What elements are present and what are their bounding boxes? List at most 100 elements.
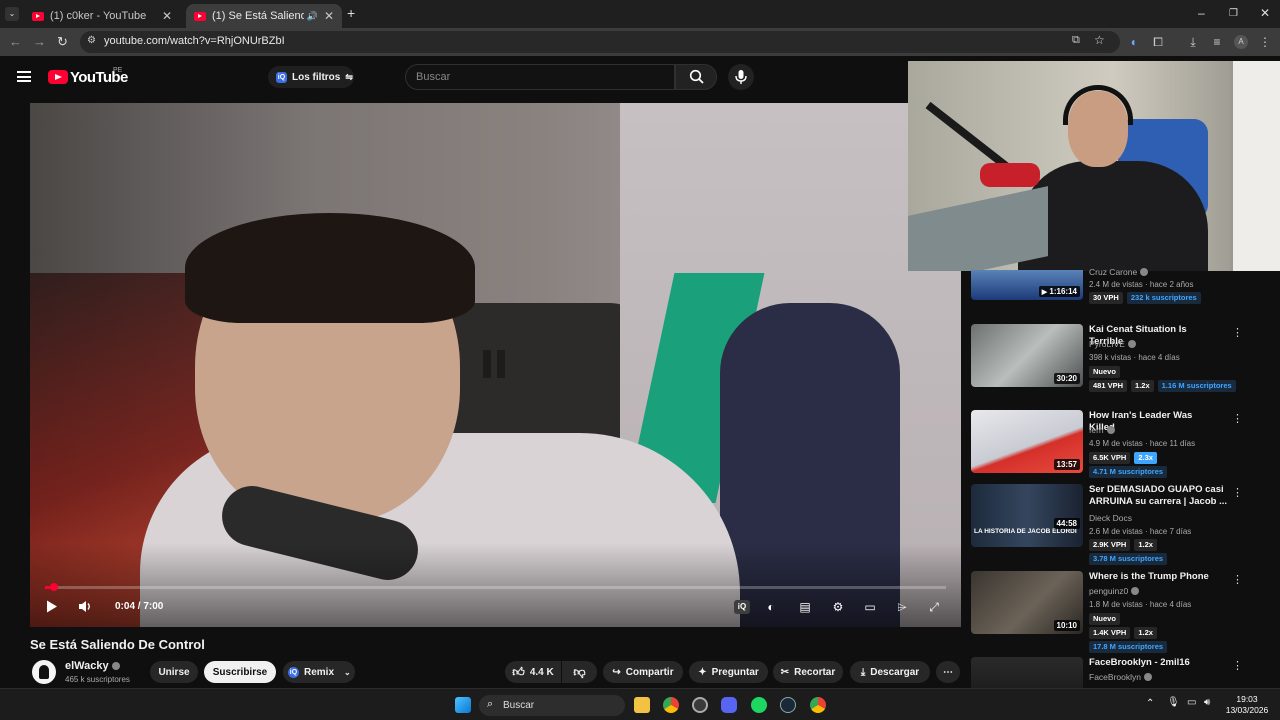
channel-name[interactable]: penguinz0 — [1089, 586, 1140, 596]
channel-name-text[interactable]: fern — [1089, 425, 1104, 435]
search-button[interactable] — [675, 64, 717, 90]
channel-name[interactable]: elWacky — [65, 660, 120, 672]
share-button[interactable]: ↪ Compartir — [603, 661, 683, 683]
progress-bar[interactable] — [45, 586, 946, 589]
taskbar-search[interactable]: ⌕ Buscar — [479, 695, 625, 716]
more-actions-button[interactable]: ⋯ — [936, 661, 960, 683]
bookmark-star-icon[interactable]: ☆ — [1094, 33, 1105, 47]
channel-name[interactable]: Dieck Docs — [1089, 513, 1132, 523]
tray-volume-icon[interactable]: 🔊︎ — [1204, 697, 1210, 708]
clip-button[interactable]: ✂ Recortar — [773, 661, 843, 683]
video-thumbnail[interactable]: ▶ 1:16:14 — [971, 270, 1083, 300]
autoplay-toggle-icon[interactable]: ◐ — [763, 600, 779, 614]
vph-chip: 1.4K VPH — [1089, 627, 1131, 639]
video-title[interactable]: Where is the Trump Phone — [1089, 571, 1219, 583]
back-icon[interactable]: ← — [9, 34, 22, 49]
channel-name[interactable]: FaceBrooklyn — [1089, 672, 1152, 682]
list-item[interactable]: 10:10 Where is the Trump Phone penguinz0… — [970, 571, 1270, 653]
channel-name[interactable]: PyroLIVE — [1089, 339, 1136, 349]
reading-list-icon[interactable]: ≡ — [1210, 35, 1224, 49]
volume-button[interactable] — [77, 600, 93, 614]
more-options-icon[interactable]: ⋮ — [1232, 573, 1243, 586]
list-item[interactable]: FaceBrooklyn - 2mil16 FaceBrooklyn ⋮ — [970, 657, 1270, 688]
list-item[interactable]: LA HISTORIA DE JACOB ELORDI 44:58 Ser DE… — [970, 484, 1270, 565]
like-button[interactable]: 👍︎ 4.4 K — [505, 661, 561, 683]
github-desktop-icon[interactable] — [692, 697, 708, 713]
channel-name[interactable]: Cruz Carone — [1089, 267, 1149, 277]
search-input[interactable]: Buscar — [405, 64, 675, 90]
install-app-icon[interactable]: ⧉ — [1072, 34, 1080, 47]
subscribe-button[interactable]: Suscribirse — [204, 661, 276, 683]
extensions-puzzle-icon[interactable]: ⧠ — [1151, 35, 1165, 49]
profile-avatar[interactable]: A — [1234, 35, 1248, 49]
theater-mode-icon[interactable]: ▭ — [862, 600, 878, 614]
remix-button[interactable]: iQ Remix ⌄ — [283, 661, 355, 683]
ask-button[interactable]: ✦ Preguntar — [689, 661, 768, 683]
windows-start-icon[interactable] — [455, 697, 471, 713]
channel-name-text[interactable]: Cruz Carone — [1089, 267, 1137, 277]
chrome-profile-icon[interactable] — [810, 697, 826, 713]
new-tab-button[interactable]: + — [347, 5, 355, 21]
channel-name-text[interactable]: FaceBrooklyn — [1089, 672, 1141, 682]
browser-tab-current-video[interactable]: (1) Se Está Saliendo De Con 🔊 ✕ — [186, 4, 342, 28]
channel-avatar[interactable] — [32, 660, 56, 684]
speaker-icon[interactable]: 🔊 — [307, 11, 318, 22]
close-tab-icon[interactable]: ✕ — [324, 9, 334, 23]
reload-icon[interactable]: ↻ — [57, 34, 68, 50]
scrubber-handle[interactable] — [50, 583, 58, 591]
channel-name-text[interactable]: penguinz0 — [1089, 586, 1128, 596]
video-thumbnail[interactable]: 10:10 — [971, 571, 1083, 634]
video-player[interactable]: 0:04 / 7:00 iQ ◐ ▤ ⚙ ▭ ⌲ ⤢ — [30, 103, 961, 627]
channel-name-text[interactable]: PyroLIVE — [1089, 339, 1125, 349]
window-close-icon[interactable]: ✕ — [1260, 6, 1270, 20]
channel-name[interactable]: fern — [1089, 425, 1115, 435]
video-thumbnail[interactable] — [971, 657, 1083, 688]
chrome-icon[interactable] — [663, 697, 679, 713]
more-options-icon[interactable]: ⋮ — [1232, 486, 1243, 499]
video-thumbnail[interactable]: 13:57 — [971, 410, 1083, 473]
close-tab-icon[interactable]: ✕ — [162, 9, 172, 23]
site-info-icon[interactable]: ⚙ — [87, 35, 96, 46]
tray-overflow-icon[interactable]: ⌃ — [1146, 698, 1154, 709]
more-options-icon[interactable]: ⋮ — [1232, 412, 1243, 425]
download-icon[interactable]: ⤓ — [1186, 35, 1200, 49]
join-button[interactable]: Unirse — [150, 661, 198, 683]
list-item[interactable]: ▶ 1:16:14 Cruz Carone 2.4 M de vistas · … — [970, 267, 1270, 312]
more-options-icon[interactable]: ⋮ — [1232, 326, 1243, 339]
video-title[interactable]: Ser DEMASIADO GUAPO casi ARRUINA su carr… — [1089, 484, 1229, 508]
taskbar-clock[interactable]: 19:03 13/03/2026 — [1222, 694, 1272, 716]
iq-extension-button[interactable]: iQ — [734, 600, 750, 614]
address-bar[interactable]: ⚙ youtube.com/watch?v=RhjONUrBZbI ⧉ ☆ — [80, 31, 1120, 53]
play-button[interactable] — [44, 600, 60, 614]
video-thumbnail[interactable]: LA HISTORIA DE JACOB ELORDI 44:58 — [971, 484, 1083, 547]
more-options-icon[interactable]: ⋮ — [1232, 659, 1243, 672]
fullscreen-icon[interactable]: ⤢ — [926, 600, 942, 614]
dislike-button[interactable]: 👎︎ — [562, 661, 597, 683]
spotify-icon[interactable] — [751, 697, 767, 713]
video-title[interactable]: FaceBrooklyn - 2mil16 — [1089, 657, 1219, 669]
steam-icon[interactable] — [780, 697, 796, 713]
tab-list-dropdown-icon[interactable]: ⌄ — [5, 7, 19, 21]
list-item[interactable]: 13:57 How Iran's Leader Was Killed fern … — [970, 410, 1270, 490]
guide-menu-icon[interactable] — [17, 71, 31, 82]
settings-gear-icon[interactable]: ⚙ — [830, 600, 846, 614]
forward-icon[interactable]: → — [33, 34, 46, 49]
cast-icon[interactable]: ⌲ — [894, 600, 910, 614]
extension-audio-icon[interactable]: ◖ — [1126, 35, 1140, 49]
youtube-logo-icon[interactable] — [48, 70, 68, 84]
voice-search-button[interactable] — [728, 64, 754, 90]
browser-tab-c0ker[interactable]: (1) c0ker - YouTube ✕ — [24, 4, 180, 28]
restore-icon[interactable]: ❐ — [1229, 8, 1238, 19]
channel-name-text[interactable]: elWacky — [65, 660, 109, 672]
download-button[interactable]: ⤓ Descargar — [850, 661, 930, 683]
list-item[interactable]: 30:20 Kai Cenat Situation Is Terrible Py… — [970, 324, 1270, 404]
file-explorer-icon[interactable] — [634, 697, 650, 713]
tray-mic-icon[interactable]: 🎙︎ — [1167, 697, 1180, 708]
filters-button[interactable]: iQ Los filtros ⇋ — [268, 66, 354, 88]
browser-menu-icon[interactable]: ⋮ — [1258, 35, 1272, 49]
subtitles-icon[interactable]: ▤ — [797, 600, 813, 614]
minimize-icon[interactable]: – — [1198, 6, 1205, 20]
tray-network-icon[interactable]: ▭ — [1187, 697, 1196, 708]
video-thumbnail[interactable]: 30:20 — [971, 324, 1083, 387]
discord-icon[interactable] — [721, 697, 737, 713]
